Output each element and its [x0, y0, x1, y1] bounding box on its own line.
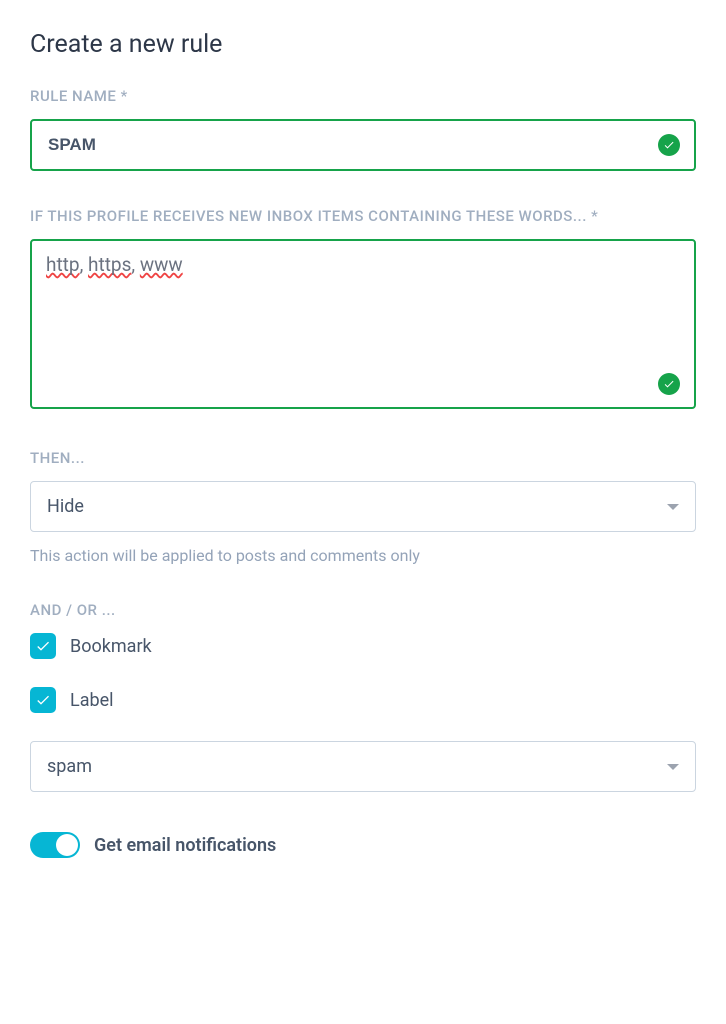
page-title: Create a new rule	[30, 30, 696, 59]
notifications-toggle[interactable]	[30, 832, 80, 858]
rule-name-field-wrapper	[30, 119, 696, 171]
label-selected-value: spam	[47, 756, 92, 777]
notifications-toggle-row: Get email notifications	[30, 832, 696, 858]
checkmark-icon	[658, 373, 680, 395]
action-select[interactable]: Hide	[30, 481, 696, 532]
rule-name-label: RULE NAME *	[30, 87, 696, 105]
label-checkbox[interactable]	[30, 687, 56, 713]
label-select-wrapper: spam	[30, 741, 696, 792]
label-checkbox-label[interactable]: Label	[70, 690, 114, 711]
then-label: THEN...	[30, 449, 696, 467]
toggle-knob	[56, 834, 78, 856]
keywords-label: IF THIS PROFILE RECEIVES NEW INBOX ITEMS…	[30, 207, 696, 225]
action-selected-value: Hide	[47, 496, 84, 517]
checkmark-icon	[658, 134, 680, 156]
label-select[interactable]: spam	[30, 741, 696, 792]
bookmark-checkbox[interactable]	[30, 633, 56, 659]
keywords-field-wrapper: http, https, www	[30, 239, 696, 413]
action-helper-text: This action will be applied to posts and…	[30, 546, 696, 565]
chevron-down-icon	[667, 504, 679, 510]
keywords-input[interactable]	[30, 239, 696, 409]
chevron-down-icon	[667, 764, 679, 770]
notifications-toggle-label: Get email notifications	[94, 835, 276, 856]
rule-name-input[interactable]	[30, 119, 696, 171]
and-or-label: AND / OR ...	[30, 601, 696, 619]
bookmark-checkbox-label[interactable]: Bookmark	[70, 636, 152, 657]
bookmark-checkbox-row: Bookmark	[30, 633, 696, 659]
action-select-wrapper: Hide	[30, 481, 696, 532]
label-checkbox-row: Label	[30, 687, 696, 713]
